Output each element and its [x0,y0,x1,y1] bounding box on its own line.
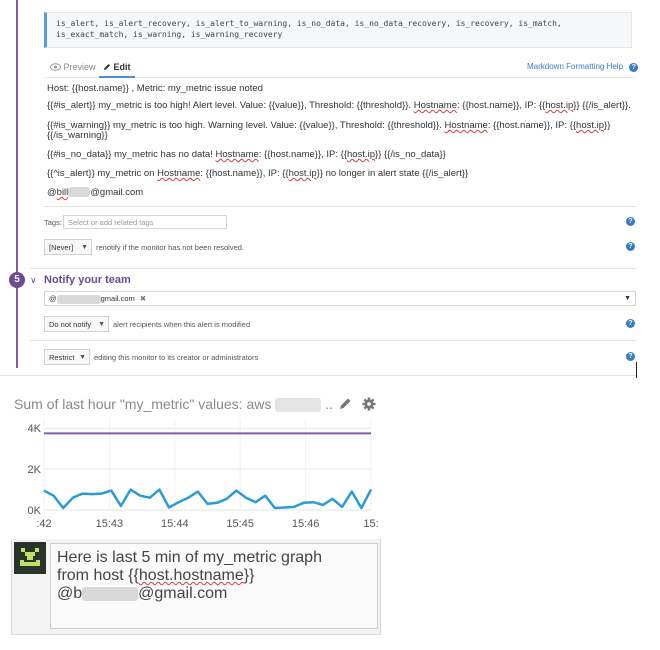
divider [0,375,636,376]
help-icon[interactable]: ? [626,217,635,226]
redacted-text [68,187,91,198]
editor-line: {{^is_alert}} my_metric on Hostname: {{h… [47,168,469,179]
gear-icon[interactable] [362,397,376,416]
markdown-help-link[interactable]: Markdown Formatting Help ? [527,62,639,72]
message-text: Here is last 5 min of my_metric graph fr… [57,549,322,602]
step-number-badge: 5 [9,272,25,288]
tab-edit[interactable]: Edit [99,58,135,78]
tab-preview[interactable]: Preview [50,58,96,76]
editor-line: {{#is_no_data}} my_metric has no data! H… [47,149,446,160]
divider [30,268,636,269]
modification-notify-select[interactable]: Do not notify ▼ [44,316,109,332]
step-rail [16,288,18,368]
x-tick-label: :42 [36,518,51,530]
chart-title: Sum of last hour "my_metric" values: aws… [14,396,333,413]
x-tick-label: 15:44 [161,518,189,530]
metric-line-chart: 4K 2K 0K:42 15:43 15:44 15:45 15:46 15: [28,418,379,530]
x-tick-label: 15:45 [226,518,254,530]
text-cursor [636,362,637,378]
editor-line: {{#is_warning}} my_metric is too high. W… [47,120,611,131]
editor-line: Host: {{host.name}} , Metric: my_metric … [47,83,263,94]
restrict-text: editing this monitor to its creator or a… [94,353,259,362]
modification-notify-text: alert recipients when this alert is modi… [113,320,251,329]
editor-line: @bill @gmail.com [47,187,144,198]
x-tick-label: 15: [363,518,378,530]
avatar [14,542,46,574]
eye-icon [50,62,64,72]
y-tick-label: 0K [28,505,42,517]
y-tick-label: 4K [28,423,42,435]
template-variables-text: is_alert, is_alert_recovery, is_alert_to… [56,19,562,39]
caret-down-icon: ▼ [98,321,105,328]
redacted-text [82,586,139,601]
y-tick-label: 2K [28,464,42,476]
x-tick-label: 15:46 [292,518,320,530]
pencil-icon [103,62,114,72]
tags-input[interactable]: Select or add related tags [63,215,227,229]
redacted-text [56,294,101,304]
help-icon[interactable]: ? [626,319,635,328]
redacted-text [275,398,322,413]
recipients-input[interactable]: @ gmail.com ✖ ▼ [44,291,636,306]
renotify-select[interactable]: [Never] ▼ [44,239,92,255]
restrict-select[interactable]: Restrict ▼ [44,349,90,365]
caret-down-icon: ▼ [81,244,88,251]
renotify-text: renotify if the monitor has not been res… [96,243,245,252]
caret-down-icon: ▼ [79,354,86,361]
remove-recipient-icon[interactable]: ✖ [140,294,146,303]
editor-line: {{/is_warning}} [47,130,108,141]
chevron-down-icon[interactable]: ∨ [30,275,37,286]
notify-team-heading[interactable]: Notify your team [44,274,131,286]
help-icon[interactable]: ? [626,352,635,361]
step-rail [16,0,18,272]
tags-label: Tags: [44,218,62,227]
x-tick-label: 15:43 [96,518,124,530]
help-icon: ? [629,63,639,72]
series-line [43,488,373,510]
divider [30,340,636,341]
caret-down-icon: ▼ [624,295,631,302]
help-icon[interactable]: ? [626,242,635,251]
editor-line: {{#is_alert}} my_metric is too high! Ale… [47,100,631,111]
pencil-icon[interactable] [338,397,352,416]
